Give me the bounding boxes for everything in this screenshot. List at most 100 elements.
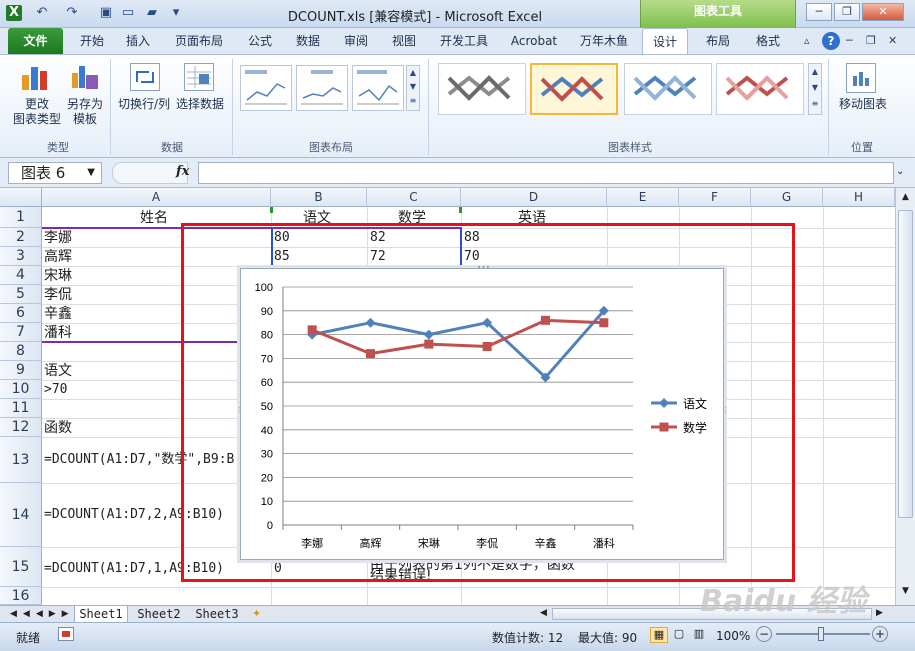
chart-layout-option-1[interactable] bbox=[240, 65, 292, 111]
row-header-7[interactable]: 7 bbox=[0, 323, 42, 342]
scroll-left-icon[interactable]: ◀ bbox=[540, 608, 550, 620]
help-icon[interactable]: ? bbox=[822, 32, 840, 50]
tab-review[interactable]: 审阅 bbox=[334, 28, 378, 54]
cell-a6[interactable]: 辛鑫 bbox=[44, 305, 72, 323]
tab-formulas[interactable]: 公式 bbox=[238, 28, 282, 54]
tab-view[interactable]: 视图 bbox=[382, 28, 426, 54]
zoom-out-icon[interactable]: − bbox=[756, 626, 772, 642]
select-data-button[interactable]: 选择数据 bbox=[174, 97, 226, 112]
workbook-minimize-icon[interactable]: ─ bbox=[846, 34, 860, 48]
minimize-ribbon-icon[interactable]: ▵ bbox=[804, 34, 818, 48]
chart-style-option-blue[interactable] bbox=[624, 63, 712, 115]
tab-home[interactable]: 开始 bbox=[70, 28, 114, 54]
restore-button[interactable]: ❐ bbox=[834, 3, 860, 21]
cell-a4[interactable]: 宋琳 bbox=[44, 267, 72, 285]
row-header-12[interactable]: 12 bbox=[0, 418, 42, 437]
vertical-scrollbar[interactable]: ▲ ▼ bbox=[895, 188, 915, 607]
normal-view-icon[interactable]: ▦ bbox=[650, 627, 668, 643]
row-header-2[interactable]: 2 bbox=[0, 228, 42, 247]
switch-row-column-icon[interactable] bbox=[130, 63, 160, 91]
cell-a9[interactable]: 语文 bbox=[44, 362, 72, 380]
insert-sheet-icon[interactable]: ✦ bbox=[252, 607, 268, 621]
chart-layout-option-3[interactable] bbox=[352, 65, 404, 111]
cell-a7[interactable]: 潘科 bbox=[44, 324, 72, 342]
row-header-6[interactable]: 6 bbox=[0, 304, 42, 323]
scroll-down-icon[interactable]: ▼ bbox=[898, 586, 913, 600]
header-range-handle[interactable] bbox=[459, 207, 462, 213]
row-header-3[interactable]: 3 bbox=[0, 247, 42, 266]
column-header-h[interactable]: H bbox=[823, 188, 895, 207]
change-chart-type-icon[interactable] bbox=[16, 61, 56, 91]
zoom-level[interactable]: 100% bbox=[716, 629, 750, 643]
column-header-b[interactable]: B bbox=[271, 188, 367, 207]
formula-input[interactable] bbox=[198, 162, 894, 184]
select-all-corner[interactable] bbox=[0, 188, 42, 207]
chart-style-option-red[interactable] bbox=[716, 63, 804, 115]
cell-a10[interactable]: >70 bbox=[44, 381, 67, 399]
save-as-template-button[interactable]: 另存为 模板 bbox=[62, 97, 108, 127]
move-chart-icon[interactable] bbox=[846, 63, 876, 93]
row-header-9[interactable]: 9 bbox=[0, 361, 42, 380]
column-header-c[interactable]: C bbox=[367, 188, 461, 207]
row-header-15[interactable]: 15 bbox=[0, 547, 42, 587]
row-header-10[interactable]: 10 bbox=[0, 380, 42, 399]
cell-a1[interactable]: 姓名 bbox=[140, 209, 168, 227]
cell-a3[interactable]: 高辉 bbox=[44, 248, 72, 266]
column-header-a[interactable]: A bbox=[42, 188, 271, 207]
select-data-icon[interactable] bbox=[184, 63, 214, 91]
row-header-14[interactable]: 14 bbox=[0, 483, 42, 547]
move-chart-button[interactable]: 移动图表 bbox=[834, 97, 892, 112]
tab-acrobat[interactable]: Acrobat bbox=[504, 28, 564, 54]
sheet-tab-sheet1[interactable]: Sheet1 bbox=[74, 606, 128, 623]
sheet-tab-sheet2[interactable]: Sheet2 bbox=[132, 606, 186, 623]
tab-chart-layout[interactable]: 布局 bbox=[696, 28, 740, 54]
vertical-scroll-thumb[interactable] bbox=[898, 210, 913, 518]
zoom-slider-thumb[interactable] bbox=[818, 627, 824, 641]
chart-layout-option-2[interactable] bbox=[296, 65, 348, 111]
page-layout-view-icon[interactable]: ▢ bbox=[670, 627, 688, 643]
column-header-d[interactable]: D bbox=[461, 188, 607, 207]
chevron-down-icon[interactable]: ▼ bbox=[87, 163, 95, 183]
expand-formula-bar-icon[interactable]: ⌄ bbox=[896, 166, 904, 177]
scroll-up-icon[interactable]: ▲ bbox=[898, 192, 913, 206]
workbook-restore-icon[interactable]: ❐ bbox=[866, 34, 880, 48]
chart-style-option-gray[interactable] bbox=[438, 63, 526, 115]
tab-data[interactable]: 数据 bbox=[286, 28, 330, 54]
tab-format[interactable]: 格式 bbox=[746, 28, 790, 54]
layout-gallery-scroll[interactable]: ▲ ▼ ≡ bbox=[406, 65, 420, 111]
row-header-8[interactable]: 8 bbox=[0, 342, 42, 361]
tab-page-layout[interactable]: 页面布局 bbox=[166, 28, 232, 54]
workbook-close-icon[interactable]: ✕ bbox=[888, 34, 902, 48]
header-range-handle[interactable] bbox=[270, 207, 273, 213]
row-header-11[interactable]: 11 bbox=[0, 399, 42, 418]
minimize-button[interactable]: ─ bbox=[806, 3, 832, 21]
close-button[interactable]: ✕ bbox=[862, 3, 904, 21]
change-chart-type-button[interactable]: 更改 图表类型 bbox=[8, 97, 66, 127]
tab-wannianmuyu[interactable]: 万年木鱼 bbox=[572, 28, 636, 54]
name-box[interactable]: 图表 6 ▼ bbox=[8, 162, 102, 184]
insert-function-icon[interactable]: fx bbox=[176, 164, 189, 179]
tab-insert[interactable]: 插入 bbox=[116, 28, 160, 54]
row-header-16[interactable]: 16 bbox=[0, 587, 42, 605]
column-header-f[interactable]: F bbox=[679, 188, 751, 207]
sheet-tab-sheet3[interactable]: Sheet3 bbox=[190, 606, 244, 623]
row-header-5[interactable]: 5 bbox=[0, 285, 42, 304]
column-header-e[interactable]: E bbox=[607, 188, 679, 207]
cell-a5[interactable]: 李侃 bbox=[44, 286, 72, 304]
tab-file[interactable]: 文件 bbox=[8, 28, 63, 54]
macro-record-icon[interactable] bbox=[58, 627, 74, 641]
row-header-13[interactable]: 13 bbox=[0, 437, 42, 483]
chart-style-option-selected[interactable] bbox=[530, 63, 618, 115]
tab-developer[interactable]: 开发工具 bbox=[432, 28, 496, 54]
row-header-1[interactable]: 1 bbox=[0, 207, 42, 228]
row-header-4[interactable]: 4 bbox=[0, 266, 42, 285]
cell-a2[interactable]: 李娜 bbox=[44, 229, 72, 247]
page-break-view-icon[interactable]: ▥ bbox=[690, 627, 708, 643]
style-gallery-scroll[interactable]: ▲ ▼ ≡ bbox=[808, 63, 822, 115]
zoom-in-icon[interactable]: + bbox=[872, 626, 888, 642]
switch-row-column-button[interactable]: 切换行/列 bbox=[114, 97, 174, 112]
cell-a12[interactable]: 函数 bbox=[44, 419, 72, 437]
tab-design[interactable]: 设计 bbox=[642, 28, 688, 54]
column-header-g[interactable]: G bbox=[751, 188, 823, 207]
save-as-template-icon[interactable] bbox=[68, 61, 102, 91]
